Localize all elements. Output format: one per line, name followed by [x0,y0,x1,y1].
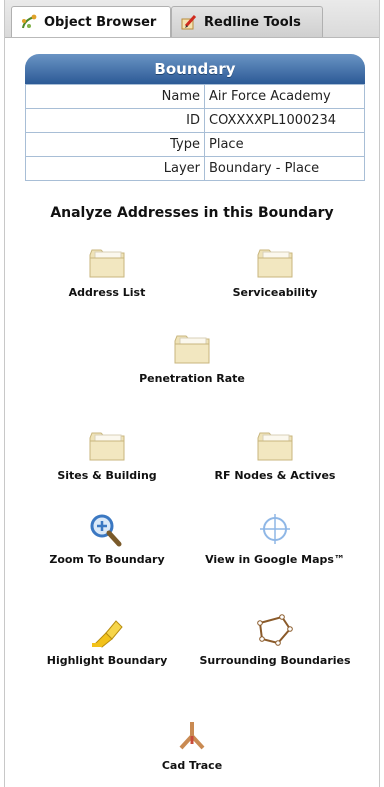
penetration-rate-button[interactable]: Penetration Rate [112,331,272,387]
folder-icon [174,335,210,364]
field-value: Air Force Academy [204,84,365,109]
sites-building-button[interactable]: Sites & Building [27,428,187,484]
action-label: RF Nodes & Actives [214,469,336,482]
object-browser-panel: Object Browser Redline Tools Boundary Na… [4,0,380,787]
zoom-to-boundary-button[interactable]: Zoom To Boundary [27,512,187,568]
folder-icon [257,432,293,461]
info-row-type: Type Place [25,132,365,157]
folder-icon [89,249,125,278]
info-row-name: Name Air Force Academy [25,84,365,109]
folder-icon [89,432,125,461]
address-list-button[interactable]: Address List [27,245,187,301]
zoom-icon [90,514,122,547]
tab-redline-tools[interactable]: Redline Tools [171,6,323,37]
view-in-google-maps-button[interactable]: View in Google Maps™ [195,512,355,568]
tab-object-browser[interactable]: Object Browser [11,6,171,37]
boundary-info-table: Name Air Force Academy ID COXXXXPL100023… [25,84,365,181]
redline-tools-icon [181,14,197,30]
surrounding-boundaries-button[interactable]: Surrounding Boundaries [195,613,355,669]
boundary-panel-title: Boundary [25,54,365,84]
action-label: Penetration Rate [139,372,245,385]
field-label: Layer [25,156,205,181]
field-value: COXXXXPL1000234 [204,108,365,133]
cad-trace-button[interactable]: Cad Trace [112,718,272,774]
highlight-boundary-button[interactable]: Highlight Boundary [27,613,187,669]
serviceability-button[interactable]: Serviceability [195,245,355,301]
highlighter-icon [92,620,123,648]
tab-label: Object Browser [44,14,157,30]
field-value: Boundary - Place [204,156,365,181]
action-label: Address List [68,286,146,299]
folder-icon [257,249,293,278]
info-row-layer: Layer Boundary - Place [25,156,365,181]
field-label: ID [25,108,205,133]
action-label: Highlight Boundary [46,654,168,667]
field-label: Name [25,84,205,109]
crosshair-icon [260,514,290,544]
tab-bar: Object Browser Redline Tools [5,0,379,38]
polygon-icon [257,614,293,646]
analyze-section-title: Analyze Addresses in this Boundary [50,205,334,221]
field-value: Place [204,132,365,157]
action-label: Cad Trace [161,759,223,772]
trace-icon [179,722,205,750]
field-label: Type [25,132,205,157]
tab-label: Redline Tools [204,14,301,30]
action-label: Sites & Building [57,469,157,482]
action-label: Serviceability [232,286,318,299]
object-browser-icon [22,14,37,29]
action-label: View in Google Maps™ [205,553,345,566]
action-label: Zoom To Boundary [49,553,165,566]
rf-nodes-actives-button[interactable]: RF Nodes & Actives [195,428,355,484]
info-row-id: ID COXXXXPL1000234 [25,108,365,133]
action-label: Surrounding Boundaries [199,654,351,667]
